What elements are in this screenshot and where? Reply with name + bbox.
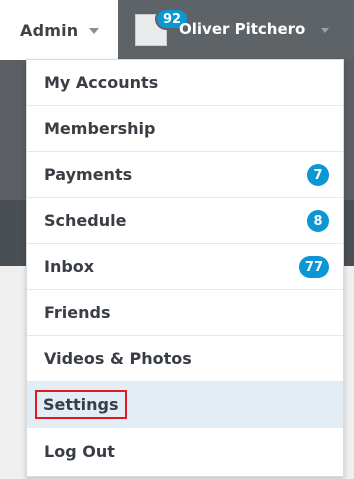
menu-item-label: My Accounts — [44, 73, 159, 92]
menu-item-videos-photos[interactable]: Videos & Photos — [27, 336, 343, 382]
menu-item-label: Videos & Photos — [44, 349, 192, 368]
menu-item-payments[interactable]: Payments 7 — [27, 152, 343, 198]
menu-item-label: Payments — [44, 165, 133, 184]
menu-item-schedule[interactable]: Schedule 8 — [27, 198, 343, 244]
menu-item-label: Schedule — [44, 211, 127, 230]
menu-item-label: Inbox — [44, 257, 95, 276]
admin-label: Admin — [20, 20, 79, 40]
menu-item-inbox[interactable]: Inbox 77 — [27, 244, 343, 290]
inbox-count-badge: 77 — [298, 256, 329, 278]
user-menu-button[interactable]: 92 Oliver Pitchero — [118, 0, 354, 60]
admin-menu-button[interactable]: Admin — [0, 0, 118, 60]
menu-item-friends[interactable]: Friends — [27, 290, 343, 336]
menu-item-membership[interactable]: Membership — [27, 106, 343, 152]
user-name: Oliver Pitchero — [179, 20, 306, 38]
user-dropdown-menu: My Accounts Membership Payments 7 Schedu… — [26, 59, 344, 477]
chevron-down-icon — [89, 28, 100, 34]
menu-item-label: Settings — [35, 390, 127, 419]
payments-count-badge: 7 — [307, 164, 329, 186]
menu-item-label: Log Out — [44, 441, 115, 461]
menu-item-log-out[interactable]: Log Out — [27, 428, 343, 474]
menu-item-label: Membership — [44, 119, 156, 138]
menu-item-my-accounts[interactable]: My Accounts — [27, 60, 343, 106]
chevron-down-icon — [321, 28, 329, 33]
menu-item-settings[interactable]: Settings — [27, 382, 343, 428]
schedule-count-badge: 8 — [307, 210, 329, 232]
menu-item-label: Friends — [44, 303, 111, 322]
